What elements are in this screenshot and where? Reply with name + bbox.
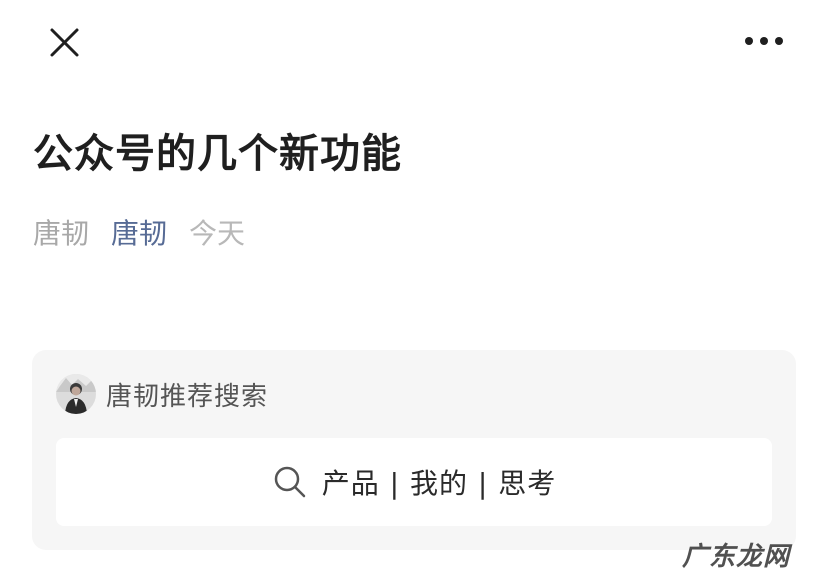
article-author: 唐韧 [33, 217, 90, 250]
search-query-text: 产品 | 我的 | 思考 [321, 467, 557, 500]
avatar [56, 374, 96, 414]
recommended-search-card: 唐韧推荐搜索 产品 | 我的 | 思考 [32, 350, 796, 550]
publish-date: 今天 [189, 217, 246, 250]
article-meta: 唐韧 唐韧 今天 [33, 214, 245, 254]
close-button[interactable] [44, 22, 84, 62]
account-name-link[interactable]: 唐韧 [111, 214, 167, 254]
search-icon [274, 466, 305, 498]
search-suggestion-button[interactable]: 产品 | 我的 | 思考 [56, 438, 772, 526]
close-icon [50, 28, 79, 57]
article-title: 公众号的几个新功能 [33, 131, 402, 177]
card-header: 唐韧推荐搜索 [56, 374, 268, 414]
more-options-button[interactable] [742, 26, 786, 56]
more-dots-icon [745, 37, 783, 45]
site-watermark: 广东龙网 [681, 542, 790, 572]
card-title: 唐韧推荐搜索 [106, 381, 269, 412]
